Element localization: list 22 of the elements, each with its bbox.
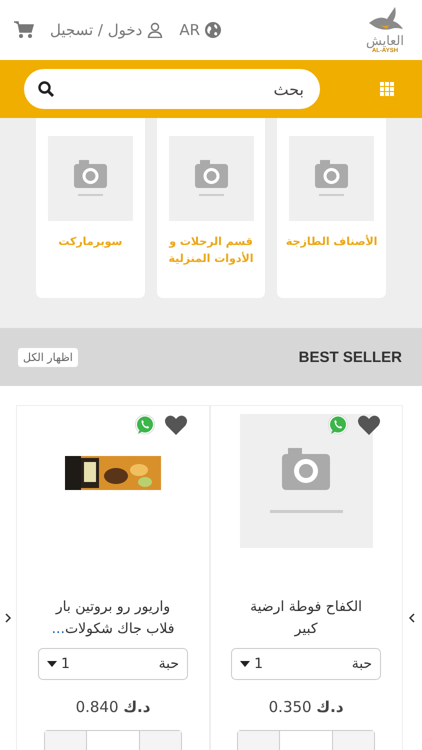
globe-icon	[205, 22, 222, 38]
user-icon	[147, 22, 164, 38]
logo-text: العايش	[366, 35, 404, 48]
cart-icon[interactable]	[14, 21, 34, 39]
category-title: قسم الرحلات و الأدوات المنزلية	[167, 234, 254, 267]
product-name[interactable]: الكفاح فوطة ارضية كبير	[238, 596, 374, 640]
heart-icon[interactable]	[164, 414, 188, 436]
product-name[interactable]: واريور رو بروتين بار فلاب جاك شكولات...	[45, 596, 182, 640]
whatsapp-icon[interactable]	[134, 414, 156, 436]
category-title: الأصناف الطازجة	[284, 234, 378, 250]
language-button[interactable]: AR	[179, 21, 222, 39]
heart-icon[interactable]	[356, 414, 381, 436]
category-title: سوبرماركت	[57, 234, 124, 250]
section-title: BEST SELLER	[298, 348, 402, 366]
more-link[interactable]: ...	[52, 621, 65, 637]
caret-icon	[47, 661, 58, 667]
login-register-link[interactable]: دخول / تسجيل	[50, 21, 164, 39]
show-all-button[interactable]: اظهار الكل	[18, 348, 78, 366]
caret-icon	[240, 661, 250, 667]
search-icon[interactable]	[38, 81, 54, 97]
search-field[interactable]: بحث	[24, 69, 320, 109]
whatsapp-icon[interactable]	[326, 414, 349, 436]
